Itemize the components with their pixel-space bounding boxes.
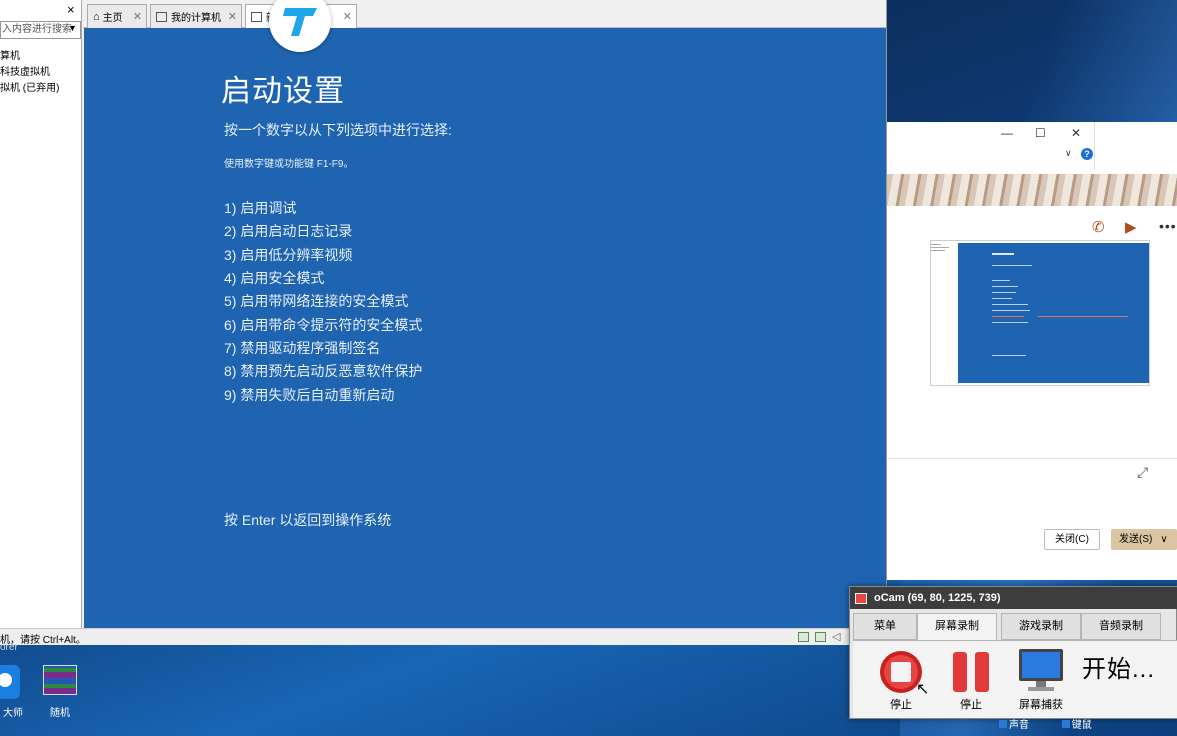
phone-call-icon[interactable]: ✆ <box>1092 218 1105 236</box>
tab-screen-record[interactable]: 屏幕录制 <box>917 613 997 640</box>
more-icon[interactable]: ••• <box>1159 218 1177 234</box>
option-label: 键鼠 <box>1071 720 1092 731</box>
monitor-icon <box>1019 649 1063 691</box>
checkbox-icon[interactable] <box>1061 720 1070 728</box>
tab-game-record[interactable]: 游戏录制 <box>1001 613 1081 640</box>
enter-hint: 按 Enter 以返回到操作系统 <box>224 512 392 528</box>
chat-window: — ☐ ✕ ∨ ? ✆ ▶ ••• ⤢ 关闭(C) 发送(S) ∨ <box>887 122 1177 580</box>
screen-capture-button[interactable] <box>1016 647 1066 695</box>
winrar-icon <box>43 665 77 695</box>
chevron-down-icon[interactable]: ∨ <box>1160 534 1167 545</box>
monitor-icon <box>156 11 167 22</box>
vmware-window: × 入内容进行搜索 ▼ 算机 科技虚拟机 拟机 (已弃用) ⌂ 主页 ✕ 我的计… <box>0 0 887 646</box>
video-call-icon[interactable]: ▶ <box>1125 218 1137 236</box>
send-button-label: 发送(S) <box>1119 534 1153 545</box>
sidebar-close-icon[interactable]: × <box>67 2 75 17</box>
desktop-icon-label: 随机 <box>50 708 70 719</box>
vm-display[interactable]: 启动设置 按一个数字以从下列选项中进行选择: 使用数字键或功能键 F1-F9。 … <box>84 28 886 628</box>
startup-option: 3) 启用低分辨率视频 <box>224 247 353 263</box>
startup-option: 4) 启用安全模式 <box>224 270 325 286</box>
thumbnail-sidebar <box>931 243 955 257</box>
screenshot-thumbnail[interactable] <box>930 240 1150 386</box>
chevron-down-icon[interactable]: ∨ <box>1065 148 1072 159</box>
tab-label: 主页 <box>102 13 123 24</box>
send-button[interactable]: 发送(S) ∨ <box>1111 529 1177 550</box>
expand-icon[interactable]: ⤢ <box>1137 464 1148 481</box>
tree-item[interactable]: 科技虚拟机 <box>0 63 50 78</box>
startup-option: 2) 启用启动日志记录 <box>224 223 353 239</box>
tab-label: 我的计算机 <box>171 13 221 24</box>
tree-item[interactable]: 算机 <box>0 47 20 62</box>
pause-label: 停止 <box>960 699 982 711</box>
app-avatar-icon <box>0 665 20 699</box>
chat-divider <box>887 458 1177 459</box>
startup-option: 1) 启用调试 <box>224 200 297 216</box>
chat-banner-image <box>887 174 1177 206</box>
desktop-icon-label: 大师 <box>3 708 23 719</box>
startup-option: 5) 启用带网络连接的安全模式 <box>224 293 409 309</box>
ocam-window: oCam (69, 80, 1225, 739) 菜单 屏幕录制 游戏录制 音频… <box>849 586 1177 719</box>
hdd-icon[interactable] <box>798 632 809 642</box>
ocam-app-icon <box>855 593 867 604</box>
close-icon[interactable]: ✕ <box>133 10 142 23</box>
close-icon[interactable]: ✕ <box>343 10 352 23</box>
home-icon: ⌂ <box>93 10 100 23</box>
close-window-button[interactable]: ✕ <box>1071 126 1081 140</box>
tab-my-computer[interactable]: 我的计算机 ✕ <box>150 4 242 28</box>
tree-item[interactable]: 拟机 (已弃用) <box>0 79 59 94</box>
vm-icon <box>251 11 262 22</box>
mouse-cursor-icon: ↖ <box>916 681 930 698</box>
tab-menu[interactable]: 菜单 <box>853 613 917 640</box>
startup-option: 7) 禁用驱动程序强制签名 <box>224 340 381 356</box>
instruction-text: 按一个数字以从下列选项中进行选择: <box>224 122 452 138</box>
thumbnail-blue-screen <box>958 243 1149 383</box>
stop-label: 停止 <box>890 699 912 711</box>
chevron-down-icon[interactable]: ▼ <box>68 23 77 33</box>
page-title: 启动设置 <box>221 75 345 108</box>
help-icon[interactable]: ? <box>1081 148 1093 160</box>
key-hint: 使用数字键或功能键 F1-F9。 <box>224 159 354 170</box>
close-icon[interactable]: ✕ <box>228 10 237 23</box>
screen-capture-label: 屏幕捕获 <box>1019 699 1063 711</box>
close-button[interactable]: 关闭(C) <box>1044 529 1100 550</box>
checkbox-icon[interactable] <box>999 720 1007 728</box>
desktop-icon[interactable]: 随机 <box>40 665 80 719</box>
desktop-label: orer <box>0 642 18 653</box>
tab-home[interactable]: ⌂ 主页 ✕ <box>87 4 147 28</box>
startup-option: 8) 禁用预先启动反恶意软件保护 <box>224 363 423 379</box>
desktop-icon[interactable]: 大师 <box>0 665 26 719</box>
library-sidebar: × 入内容进行搜索 ▼ 算机 科技虚拟机 拟机 (已弃用) <box>0 0 82 628</box>
ocam-title: oCam (69, 80, 1225, 739) <box>850 587 1177 609</box>
minimize-button[interactable]: — <box>1001 126 1013 140</box>
recording-status-text: 开始... <box>1082 656 1156 683</box>
option-label: 声音 <box>1009 720 1029 731</box>
network-icon[interactable] <box>815 632 826 642</box>
status-bar: 机，请按 Ctrl+Alt。 ◁ <box>0 628 887 646</box>
startup-option: 6) 启用带命令提示符的安全模式 <box>224 317 423 333</box>
pause-button[interactable] <box>951 650 991 694</box>
app-logo-icon <box>283 8 317 36</box>
speaker-icon[interactable]: ◁ <box>832 630 840 643</box>
tab-audio-record[interactable]: 音频录制 <box>1081 613 1161 640</box>
pause-icon <box>953 652 989 692</box>
startup-option: 9) 禁用失败后自动重新启动 <box>224 387 395 403</box>
maximize-button[interactable]: ☐ <box>1035 126 1046 140</box>
ocam-options: 声音 键鼠 <box>995 716 1092 731</box>
chat-titlebar: — ☐ ✕ ∨ ? <box>887 122 1095 170</box>
